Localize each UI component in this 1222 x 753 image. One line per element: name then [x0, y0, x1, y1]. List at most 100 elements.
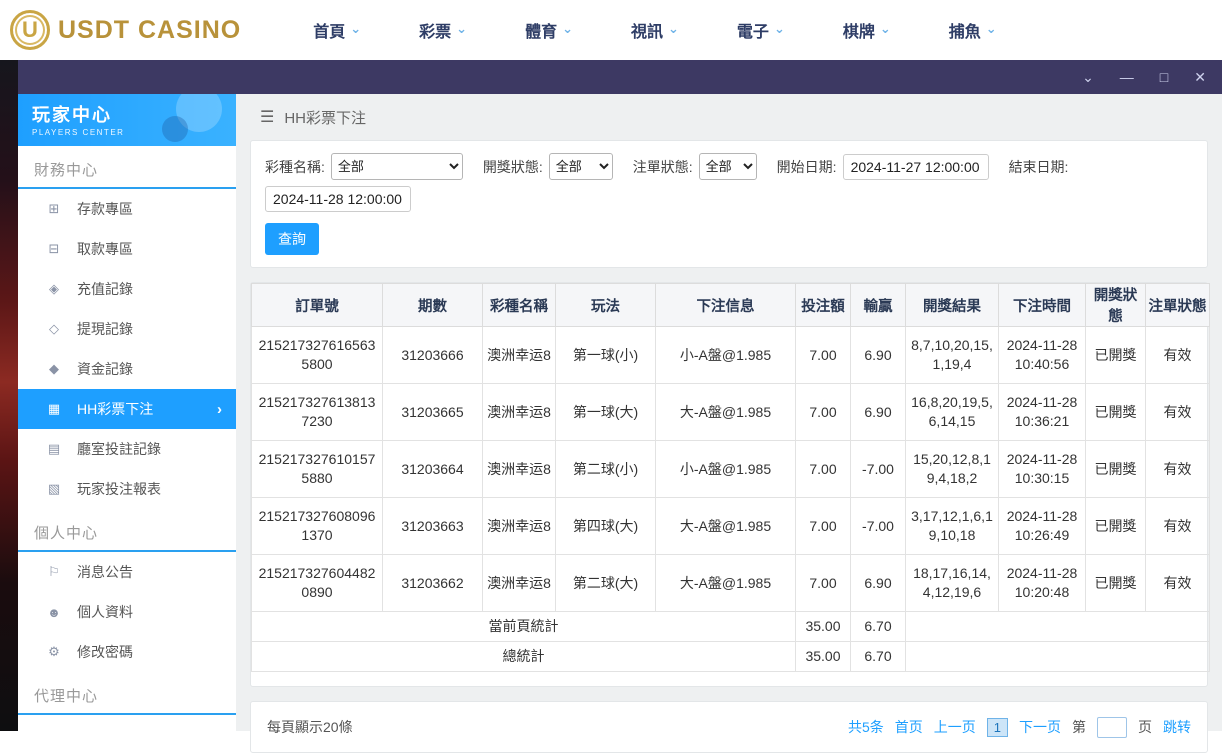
jump-prefix-label: 第 — [1072, 719, 1086, 735]
th-bet-amount: 投注額 — [795, 283, 851, 327]
summary-total-win: 6.70 — [850, 641, 906, 672]
chevron-down-icon: ⌄ — [350, 21, 362, 36]
cell-play-type: 第一球(大) — [555, 383, 656, 441]
sidebar-item-label: 提現記錄 — [77, 321, 133, 337]
main-content: ☰ HH彩票下注 彩種名稱: 全部 開獎狀態: 全部 注單狀態: 全部 開始日期… — [236, 94, 1222, 753]
cell-draw-result: 3,17,12,1,6,19,10,18 — [905, 497, 999, 555]
cell-bet-info: 小-A盤@1.985 — [655, 326, 796, 384]
sidebar-item-profile[interactable]: ☻ 個人資料 — [18, 592, 236, 632]
cell-bet-amount: 7.00 — [795, 383, 851, 441]
cell-bet-info: 大-A盤@1.985 — [655, 497, 796, 555]
sidebar-item-label: 存款專區 — [77, 201, 133, 217]
window-collapse-icon[interactable]: ⌄ — [1082, 70, 1094, 84]
sidebar-item-recharge-record[interactable]: ◈ 充值記錄 — [18, 269, 236, 309]
summary-total-label: 總統計 — [251, 641, 796, 672]
search-button[interactable]: 查詢 — [265, 223, 319, 255]
bell-icon: ⚐ — [48, 564, 60, 579]
page-jump-input[interactable] — [1097, 716, 1127, 738]
cell-order-status: 有效 — [1145, 554, 1210, 612]
cell-draw-status: 已開獎 — [1085, 326, 1146, 384]
nav-item-fishing[interactable]: 捕魚 ⌄ — [949, 18, 997, 42]
order-status-select[interactable]: 全部 — [698, 153, 757, 180]
th-draw-result: 開獎結果 — [905, 283, 999, 327]
sidebar-item-withdraw-record[interactable]: ◇ 提現記錄 — [18, 309, 236, 349]
sidebar-item-funds-record[interactable]: ◆ 資金記錄 — [18, 349, 236, 389]
th-order-status: 注單狀態 — [1145, 283, 1210, 327]
th-bet-time: 下注時間 — [998, 283, 1086, 327]
cell-win-loss: 6.90 — [850, 554, 906, 612]
deposit-icon: ⊞ — [48, 201, 60, 216]
sidebar-item-label: 廳室投註記錄 — [77, 441, 161, 457]
sidebar-item-deposit[interactable]: ⊞ 存款專區 — [18, 189, 236, 229]
app-window: ⌄ — □ ✕ 玩家中心 PLAYERS CENTER 財務中心 ⊞ 存款專區 … — [18, 60, 1222, 753]
cell-order-status: 有效 — [1145, 497, 1210, 555]
cell-lottery-name: 澳洲幸运8 — [482, 554, 556, 612]
brand-logo[interactable]: U USDT CASINO — [10, 10, 241, 50]
sidebar-item-player-report[interactable]: ▧ 玩家投注報表 — [18, 469, 236, 509]
end-date-input[interactable] — [265, 186, 411, 212]
cell-bet-info: 大-A盤@1.985 — [655, 554, 796, 612]
sidebar-item-announcements[interactable]: ⚐ 消息公告 — [18, 552, 236, 592]
filter-panel: 彩種名稱: 全部 開獎狀態: 全部 注單狀態: 全部 開始日期: 2024-11… — [250, 140, 1208, 268]
summary-total-empty — [905, 641, 1210, 672]
window-close-icon[interactable]: ✕ — [1194, 70, 1206, 84]
app-body: 玩家中心 PLAYERS CENTER 財務中心 ⊞ 存款專區 ⊟ 取款專區 ◈… — [18, 94, 1222, 753]
person-icon: ☻ — [47, 604, 61, 620]
cell-period: 31203662 — [382, 554, 483, 612]
sidebar-item-label: 個人資料 — [77, 604, 133, 620]
sidebar-item-label: 資金記錄 — [77, 361, 133, 377]
sidebar-item-hh-lottery-bet[interactable]: ▦ HH彩票下注 › — [18, 389, 236, 429]
cell-bet-amount: 7.00 — [795, 554, 851, 612]
cell-play-type: 第二球(大) — [555, 554, 656, 612]
end-date-label: 結束日期: — [1008, 158, 1069, 175]
chevron-down-icon: ⌄ — [985, 21, 997, 36]
chevron-down-icon: ⌄ — [456, 21, 468, 36]
cell-order-id: 2152173276080961370 — [251, 497, 383, 555]
th-period: 期數 — [382, 283, 483, 327]
cell-draw-result: 8,7,10,20,15,1,19,4 — [905, 326, 999, 384]
sidebar-item-label: 取款專區 — [77, 241, 133, 257]
nav-item-home[interactable]: 首頁 ⌄ — [313, 18, 361, 42]
current-page-badge: 1 — [986, 717, 1008, 737]
lottery-name-select[interactable]: 全部 — [330, 153, 463, 180]
nav-item-sports[interactable]: 體育 ⌄ — [525, 18, 573, 42]
start-date-input[interactable] — [842, 153, 989, 180]
chevron-down-icon: ⌄ — [562, 21, 573, 36]
cell-win-loss: -7.00 — [850, 440, 906, 498]
main-nav: 首頁 ⌄ 彩票 ⌄ 體育 ⌄ 視訊 ⌄ 電子 ⌄ 棋牌 ⌄ 捕魚 ⌄ — [313, 18, 996, 42]
cell-order-id: 2152173276044820890 — [251, 554, 383, 612]
nav-item-slots[interactable]: 電子 ⌄ — [737, 18, 785, 42]
section-personal-center: 個人中心 — [18, 509, 236, 552]
jump-button[interactable]: 跳转 — [1163, 717, 1191, 737]
cell-order-id: 2152173276165635800 — [251, 326, 383, 384]
cell-bet-amount: 7.00 — [795, 440, 851, 498]
cell-win-loss: 6.90 — [850, 326, 906, 384]
table-row: 2152173276165635800 31203666 澳洲幸运8 第一球(小… — [251, 326, 1210, 384]
breadcrumb: ☰ HH彩票下注 — [248, 94, 1210, 140]
sidebar-item-room-bet-record[interactable]: ▤ 廳室投註記錄 — [18, 429, 236, 469]
window-minimize-icon[interactable]: — — [1120, 70, 1134, 84]
prev-page-link[interactable]: 上一页 — [934, 717, 976, 737]
sidebar-item-withdraw[interactable]: ⊟ 取款專區 — [18, 229, 236, 269]
nav-item-lottery[interactable]: 彩票 ⌄ — [419, 18, 467, 42]
withdraw-icon: ⊟ — [48, 241, 60, 256]
first-page-link[interactable]: 首页 — [895, 717, 923, 737]
sidebar-item-change-password[interactable]: ⚙ 修改密碼 — [18, 632, 236, 672]
cell-bet-amount: 7.00 — [795, 497, 851, 555]
chevron-down-icon: ⌄ — [668, 21, 679, 36]
next-page-link[interactable]: 下一页 — [1019, 717, 1061, 737]
cell-play-type: 第四球(大) — [555, 497, 656, 555]
menu-toggle-icon[interactable]: ☰ — [260, 107, 274, 127]
nav-item-label: 電子 — [736, 24, 769, 41]
nav-item-label: 捕魚 — [948, 24, 981, 41]
cell-period: 31203665 — [382, 383, 483, 441]
cell-order-status: 有效 — [1145, 326, 1210, 384]
window-maximize-icon[interactable]: □ — [1160, 70, 1168, 84]
nav-item-cards[interactable]: 棋牌 ⌄ — [843, 18, 891, 42]
nav-item-live-video[interactable]: 視訊 ⌄ — [631, 18, 679, 42]
summary-page-win: 6.70 — [850, 611, 906, 642]
withdraw-record-icon: ◇ — [49, 321, 59, 336]
total-count: 共5条 — [847, 719, 884, 735]
draw-status-select[interactable]: 全部 — [548, 153, 613, 180]
cell-draw-status: 已開獎 — [1085, 554, 1146, 612]
